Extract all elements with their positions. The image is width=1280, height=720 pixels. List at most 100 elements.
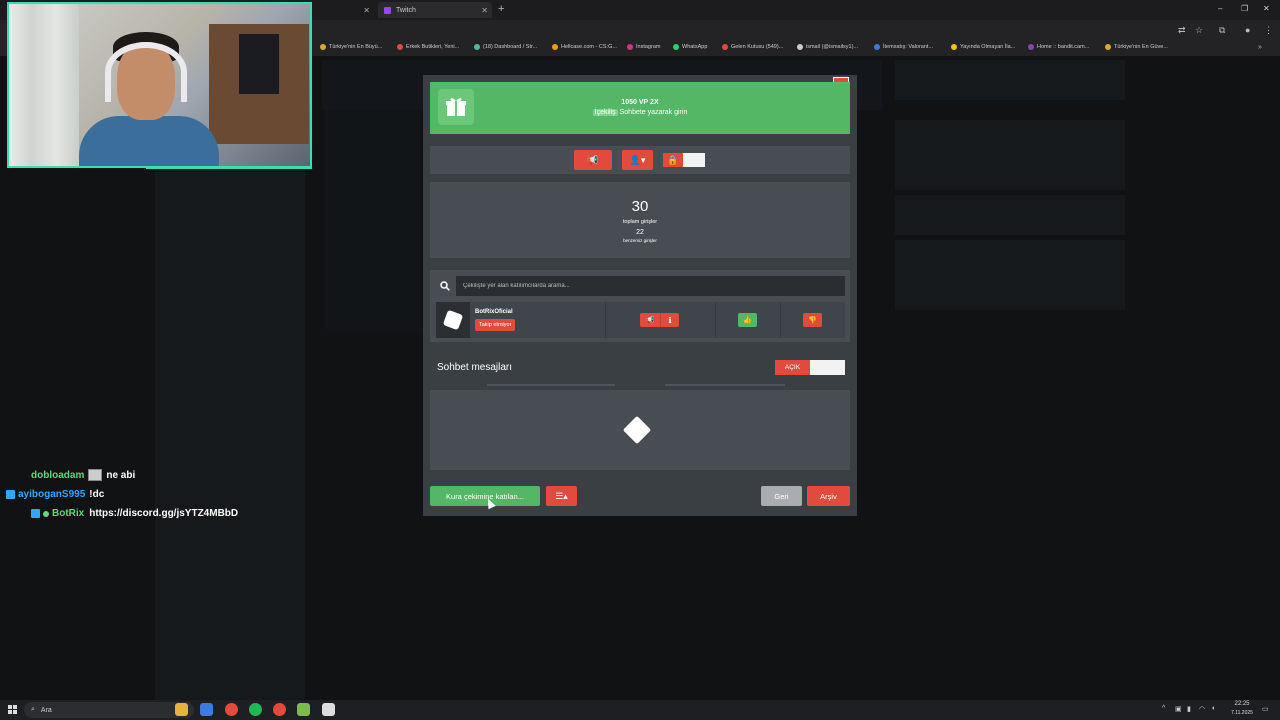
entrant-avatar: [436, 302, 470, 338]
lock-toggle-track[interactable]: [683, 153, 705, 167]
entrant-remove-button[interactable]: 👎: [803, 313, 822, 327]
bookmark-item[interactable]: Türkiye'nin En Güve...: [1105, 44, 1168, 50]
lock-toggle[interactable]: 🔒: [663, 153, 683, 167]
bookmark-item[interactable]: Instagram: [627, 44, 660, 50]
chat-message: dobloadam ne abi: [31, 469, 135, 481]
background-info-panel: [895, 240, 1125, 310]
clock-date[interactable]: 7.11.2025: [1222, 710, 1262, 716]
entrant-name: BotRixOficial: [475, 309, 513, 315]
browser-icon[interactable]: [273, 703, 286, 716]
entrant-info-button[interactable]: ℹ: [660, 313, 679, 327]
menu-icon[interactable]: ⋮: [1264, 25, 1273, 36]
info-icon: ℹ: [668, 315, 672, 325]
bookmark-favicon-icon: [673, 44, 679, 50]
archive-button[interactable]: Arşiv: [807, 486, 850, 506]
bookmark-favicon-icon: [627, 44, 633, 50]
profile-icon[interactable]: ●: [1245, 25, 1250, 35]
more-bookmarks-icon[interactable]: »: [1258, 44, 1262, 51]
bookmark-item[interactable]: Erkek Butikleri, Yeni...: [397, 44, 459, 50]
headphones-icon: [105, 42, 187, 102]
app-icon[interactable]: [322, 703, 335, 716]
close-tab-icon[interactable]: ✕: [481, 6, 488, 15]
bookmark-item[interactable]: Hellcase.com - CS:G...: [552, 44, 617, 50]
bookmark-favicon-icon: [552, 44, 558, 50]
megaphone-icon: 📢: [587, 154, 599, 165]
spotify-icon[interactable]: [249, 703, 262, 716]
clock-time[interactable]: 22:25: [1222, 701, 1262, 707]
bookmark-item[interactable]: (18) Dashboard / Str...: [474, 44, 537, 50]
maximize-button[interactable]: ❐: [1241, 4, 1248, 13]
bookmark-favicon-icon: [797, 44, 803, 50]
bookmark-item[interactable]: Home :: bandit.cam...: [1028, 44, 1089, 50]
giveaway-banner: [430, 82, 850, 134]
thumbs-down-icon: 👎: [808, 317, 817, 324]
bookmark-favicon-icon: [722, 44, 728, 50]
windows-start-icon[interactable]: [8, 705, 17, 714]
tray-app-icon[interactable]: ▣: [1175, 705, 1182, 713]
back-button[interactable]: Geri: [761, 486, 802, 506]
background-search: [895, 60, 1125, 100]
user-settings-icon: 👤▾: [629, 154, 646, 165]
chat-message: BotRix https://discord.gg/jsYTZ4MBbD: [31, 508, 238, 519]
user-filter-dropdown[interactable]: 👤▾: [622, 150, 653, 170]
gift-icon: [438, 89, 474, 125]
tray-expand-icon[interactable]: ^: [1162, 705, 1165, 712]
column-divider: [715, 302, 716, 338]
chat-text: ne abi: [106, 469, 136, 481]
chat-text: !dc: [89, 489, 105, 500]
volume-icon[interactable]: ◖: [1211, 705, 1215, 712]
options-menu-button[interactable]: ☰▴: [546, 486, 577, 506]
webcam-monitor: [239, 34, 279, 94]
bookmark-item[interactable]: Yayında Olmayan İla...: [951, 44, 1015, 50]
chat-username: dobloadam: [31, 469, 85, 481]
chrome-icon[interactable]: [225, 703, 238, 716]
chat-messages-toggle[interactable]: AÇIK: [775, 360, 810, 375]
twitch-icon: [384, 6, 391, 14]
taskbar-search[interactable]: ⌕ Ara: [24, 702, 194, 718]
bookmark-item[interactable]: Gelen Kutusu (549)...: [722, 44, 783, 50]
divider-line: [665, 384, 785, 386]
column-divider: [780, 302, 781, 338]
bookmark-item[interactable]: ismail (@ismailsy1)...: [797, 44, 858, 50]
browser-tab-twitch[interactable]: Twitch ✕: [378, 2, 492, 18]
chat-text: https://discord.gg/jsYTZ4MBbD: [89, 508, 239, 519]
entrant-search-input[interactable]: [456, 276, 845, 296]
minimize-button[interactable]: –: [1218, 4, 1222, 13]
bookmark-item[interactable]: İtemsatış: Valorant...: [874, 44, 933, 50]
game-launcher-icon[interactable]: [297, 703, 310, 716]
bookmark-favicon-icon: [474, 44, 480, 50]
wifi-icon[interactable]: ◠: [1199, 705, 1205, 713]
webcam-accent-bar: [146, 166, 312, 169]
chat-badge-icon: [6, 490, 15, 499]
search-icon: [436, 277, 454, 295]
close-tab-icon[interactable]: ✕: [363, 6, 370, 15]
entrant-announce-button[interactable]: 📢: [640, 313, 660, 327]
chat-emote-icon: [88, 469, 103, 481]
entrant-like-button[interactable]: 👍: [738, 313, 757, 327]
star-icon[interactable]: ☆: [1195, 25, 1203, 36]
app-icon[interactable]: [200, 703, 213, 716]
chat-messages-title: Sohbet mesajları: [437, 362, 513, 373]
close-window-button[interactable]: ✕: [1263, 4, 1270, 13]
microphone-icon[interactable]: ▮: [1187, 705, 1191, 713]
file-explorer-icon[interactable]: [175, 703, 188, 716]
new-tab-button[interactable]: +: [498, 3, 504, 15]
bookmark-favicon-icon: [951, 44, 957, 50]
bookmark-item[interactable]: Türkiye'nin En Büyü...: [320, 44, 382, 50]
botrix-logo-icon: [442, 309, 464, 331]
bookmark-favicon-icon: [397, 44, 403, 50]
giveaway-instruction: İçekiliş Sohbete yazarak girin: [430, 109, 850, 116]
unique-entries-label: benzersiz girişler: [623, 238, 657, 243]
background-chat-feed: [325, 110, 420, 330]
bookmark-item[interactable]: WhatsApp: [673, 44, 707, 50]
browser-tab[interactable]: ✕: [318, 2, 374, 18]
notification-icon[interactable]: ▭: [1262, 705, 1269, 713]
chat-toggle-track[interactable]: [810, 360, 845, 375]
bot-badge-icon: [31, 509, 40, 518]
giveaway-title: 1050 VP 2X: [621, 99, 659, 106]
extensions-icon[interactable]: ⧉: [1219, 25, 1225, 36]
translate-icon[interactable]: ⇄: [1178, 25, 1186, 36]
unique-entries-count: 22: [636, 229, 644, 236]
announce-button[interactable]: 📢: [574, 150, 612, 170]
search-icon: ⌕: [31, 706, 35, 713]
